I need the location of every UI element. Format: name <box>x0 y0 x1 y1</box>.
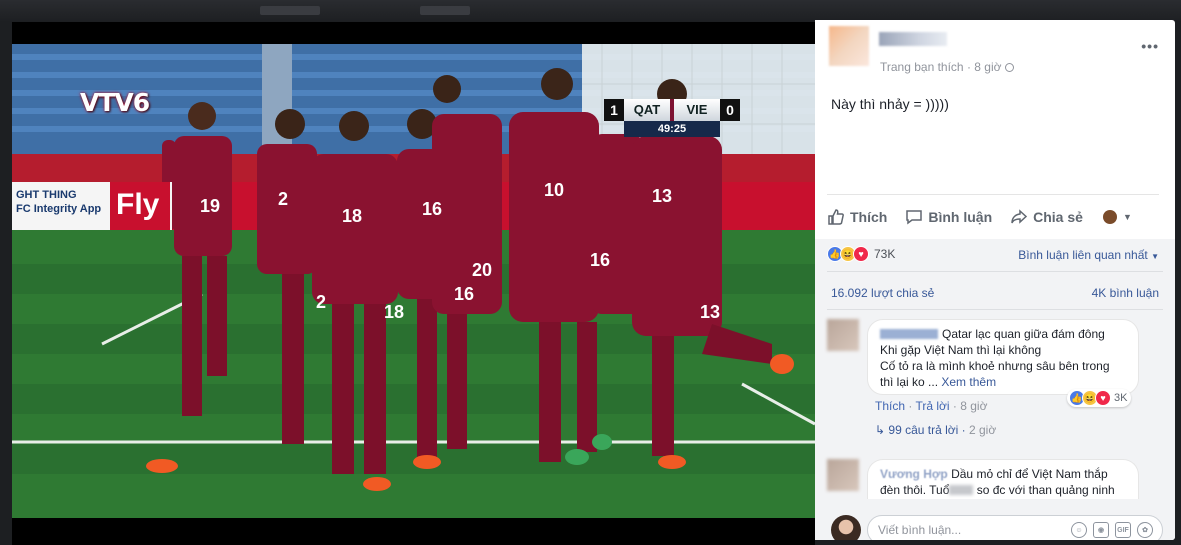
comment-text: so đc với than quảng ninh <box>976 483 1115 497</box>
post-text: Này thì nhảy = ))))) <box>831 96 949 112</box>
comment-text: Qatar lạc quan giữa đám đông <box>942 327 1105 341</box>
shares-count[interactable]: 16.092 lượt chia sẻ <box>831 286 934 300</box>
comment-reply-link[interactable]: Trả lời <box>915 399 949 413</box>
jersey-number: 18 <box>342 206 363 226</box>
comment-text: Dầu mỏ chỉ để Việt Nam thắp <box>951 467 1108 481</box>
share-icon <box>1011 208 1028 224</box>
like-button[interactable]: Thích <box>827 208 887 226</box>
commenter-name[interactable] <box>880 329 938 339</box>
blurred-header-text <box>260 6 320 15</box>
jersey-number: 16 <box>422 199 443 219</box>
see-more-link[interactable]: Xem thêm <box>941 375 996 389</box>
post-panel: Trang bạn thích · 8 giờ ••• Này thì nhảy… <box>815 20 1175 540</box>
comment-text: Cố tỏ ra là mình khoẻ nhưng sâu bên tron… <box>880 359 1110 373</box>
comments-count[interactable]: 4K bình luận <box>1092 286 1159 300</box>
away-team: VIE <box>674 99 720 121</box>
comment-label: Bình luận <box>928 208 993 225</box>
post-actions: Thích Bình luận Chia sẻ ▼ <box>827 194 1159 238</box>
comment-icon <box>906 209 923 224</box>
share-label: Chia sẻ <box>1033 208 1083 225</box>
page-avatar[interactable] <box>829 26 869 66</box>
comment-meta: Thích · Trả lời · 8 giờ <box>875 399 988 413</box>
post-as-selector[interactable]: ▼ <box>1102 209 1132 224</box>
comment-input-placeholder: Viết bình luận... <box>878 523 962 537</box>
divider <box>827 271 1163 272</box>
reply-arrow-icon: ↳ <box>875 423 886 437</box>
jersey-number: 13 <box>652 186 673 206</box>
composer-tools: ☺ ◉ GIF ✿ <box>1071 522 1153 538</box>
jersey-number: 2 <box>278 189 289 209</box>
jersey-number: 20 <box>472 260 493 280</box>
backdrop-top-bar <box>0 0 1181 22</box>
comment-button[interactable]: Bình luận <box>905 208 992 226</box>
comment-text: thì lại ko ... <box>880 375 939 389</box>
post-meta-text: Trang bạn thích · 8 giờ <box>880 60 1002 74</box>
jersey-number: 10 <box>544 180 565 200</box>
jersey-number: 16 <box>454 284 475 304</box>
comment-like-link[interactable]: Thích <box>875 399 905 413</box>
view-replies-link[interactable]: ↳ 99 câu trả lời · 2 giờ <box>875 423 996 437</box>
comment-composer: Viết bình luận... ☺ ◉ GIF ✿ <box>827 513 1163 540</box>
comment-item: Vương Hợp Dầu mỏ chỉ để Việt Nam thắp đè… <box>827 459 1163 509</box>
comment-text: Khi gặp Việt Nam thì lại không <box>880 343 1042 357</box>
ad-board-brand: Fly <box>110 182 170 230</box>
post-meta: Trang bạn thích · 8 giờ <box>880 60 1014 74</box>
comment-sort-label: Bình luận liên quan nhất <box>1018 248 1148 262</box>
comment-bubble: Vương Hợp Dầu mỏ chỉ để Việt Nam thắp đè… <box>867 459 1139 499</box>
my-avatar[interactable] <box>831 515 861 540</box>
scoreboard: 1 QAT VIE 0 49:25 <box>604 99 740 137</box>
divider <box>827 309 1163 310</box>
share-button[interactable]: Chia sẻ <box>1010 208 1083 226</box>
jersey-number: 16 <box>590 250 611 270</box>
comment-text: đèn thôi. Tuổ <box>880 483 950 497</box>
commenter-avatar[interactable] <box>827 319 859 351</box>
comment-sort-dropdown[interactable]: Bình luận liên quan nhất ▼ <box>1018 248 1159 262</box>
redacted-text <box>949 485 974 495</box>
my-avatar-icon <box>1102 209 1117 224</box>
jersey-number: 2 <box>316 292 327 312</box>
commenter-avatar[interactable] <box>827 459 859 491</box>
video-letterbox-bottom <box>12 518 815 545</box>
post-media[interactable]: VTV6 GHT THING FC Integrity App Fly 1 QA… <box>12 44 815 518</box>
like-label: Thích <box>850 208 888 225</box>
globe-icon <box>1004 63 1014 72</box>
match-clock: 49:25 <box>624 121 720 137</box>
caret-down-icon: ▼ <box>1151 252 1159 261</box>
thumbs-up-icon <box>828 208 844 225</box>
love-reaction-icon: ♥ <box>853 246 869 262</box>
emoji-icon[interactable]: ☺ <box>1071 522 1087 538</box>
camera-icon[interactable]: ◉ <box>1093 522 1109 538</box>
jersey-number: 13 <box>700 302 721 322</box>
comment-bubble: Qatar lạc quan giữa đám đông Khi gặp Việ… <box>867 319 1139 395</box>
commenter-name[interactable]: Vương Hợp <box>880 467 948 481</box>
post-summary: 👍 😆 ♥ 73K Bình luận liên quan nhất ▼ 16.… <box>815 239 1175 540</box>
more-options-icon[interactable]: ••• <box>1141 38 1159 54</box>
love-reaction-icon: ♥ <box>1095 390 1111 406</box>
comment-reaction-count: 3K <box>1114 392 1128 404</box>
away-score: 0 <box>720 99 740 121</box>
caret-down-icon: ▼ <box>1122 211 1132 222</box>
jersey-number: 19 <box>200 196 221 216</box>
reactions-count: 73K <box>874 247 896 261</box>
sticker-icon[interactable]: ✿ <box>1137 522 1153 538</box>
broadcaster-logo: VTV6 <box>80 88 150 117</box>
comment-reactions[interactable]: 👍 😆 ♥ 3K <box>1067 389 1132 407</box>
replies-time: 2 giờ <box>968 423 997 437</box>
replies-count: 99 câu trả lời <box>888 423 959 437</box>
home-team: QAT <box>624 99 670 121</box>
post-header: Trang bạn thích · 8 giờ ••• <box>815 20 1175 80</box>
blurred-header-text <box>420 6 470 15</box>
video-letterbox-top <box>12 22 815 44</box>
home-score: 1 <box>604 99 624 121</box>
gif-icon[interactable]: GIF <box>1115 522 1131 538</box>
jersey-number: 18 <box>384 302 405 322</box>
comment-time: 8 giờ <box>960 399 988 413</box>
page-name[interactable] <box>879 32 947 46</box>
reactions-summary[interactable]: 👍 😆 ♥ 73K <box>827 246 895 262</box>
comment-item: Qatar lạc quan giữa đám đông Khi gặp Việ… <box>827 319 1163 449</box>
